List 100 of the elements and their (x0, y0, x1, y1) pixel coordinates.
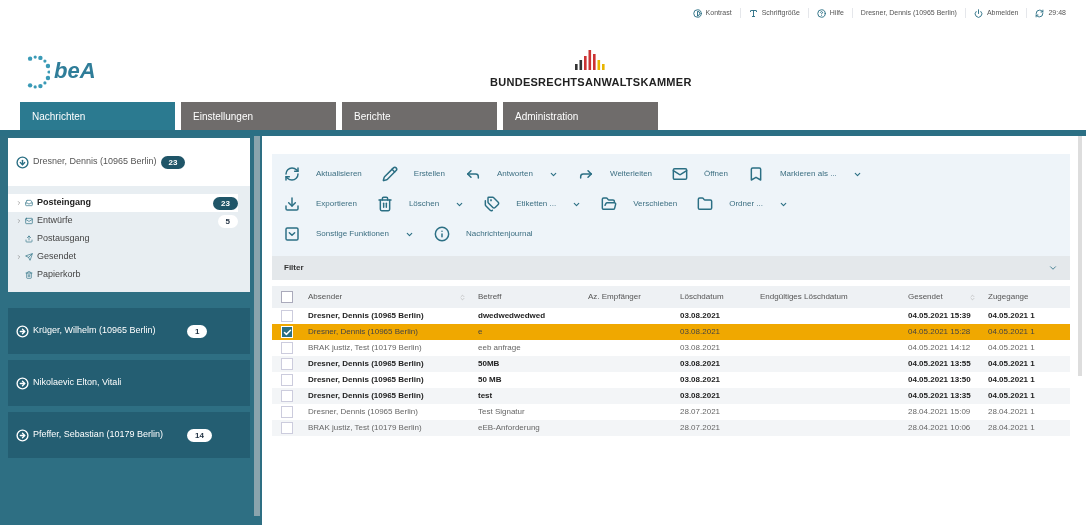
toolbar-button[interactable]: Öffnen (672, 164, 728, 184)
toolbar-button[interactable]: Löschen (376, 194, 465, 214)
toolbar-button[interactable]: Weiterleiten (577, 164, 653, 184)
expand-icon (16, 324, 29, 338)
table-cell: 04.05.2021 14:12 (908, 343, 971, 352)
refresh-icon (1035, 8, 1045, 18)
contrast-icon (692, 8, 702, 18)
chevron-down-icon (1048, 263, 1058, 273)
message-row[interactable]: BRAK justiz, Test (10179 Berlin) eEB-Anforderung 28.07.2021 28.04.2021 10:06 28.04.2021 1 (272, 420, 1070, 436)
account-name: Pfeffer, Sebastian (10179 Berlin) (33, 428, 164, 442)
toolbar-button[interactable]: Etiketten ... (484, 194, 582, 214)
table-cell: 04.05.2021 1 (988, 359, 1035, 368)
pencil-icon (381, 166, 398, 182)
table-cell: 50MB (478, 359, 500, 368)
table-cell: 03.08.2021 (680, 343, 721, 352)
table-cell: 03.08.2021 (680, 391, 721, 400)
toolbar-button[interactable]: Nachrichtenjournal (433, 224, 533, 244)
upload-icon (25, 235, 33, 243)
brand-bars-icon (574, 47, 607, 70)
table-cell: Test Signatur (478, 407, 525, 416)
row-checkbox[interactable] (281, 390, 293, 402)
count-badge: 1 (187, 324, 208, 338)
filter-bar[interactable]: Filter (272, 256, 1070, 280)
account-name: Nikolaevic Elton, Vitali (33, 376, 123, 390)
table-cell: e (478, 327, 483, 336)
toolbar-button[interactable]: Ordner ... (697, 194, 789, 214)
message-row[interactable]: Dresner, Dennis (10965 Berlin) test 03.08.2021 04.05.2021 13:35 04.05.2021 1 (272, 388, 1070, 404)
tags-icon (484, 196, 501, 212)
folder-item[interactable]: Postausgang (8, 230, 238, 248)
brand-name: BUNDESRECHTSANWALTSKAMMER (490, 74, 692, 90)
toolbar-button[interactable]: Verschieben (601, 194, 678, 214)
table-cell: 28.04.2021 1 (988, 423, 1035, 432)
toolbar-button[interactable]: Erstellen (381, 164, 445, 184)
table-cell: BRAK justiz, Test (10179 Berlin) (308, 423, 422, 432)
table-cell: 04.05.2021 15:28 (908, 327, 971, 336)
table-cell: 04.05.2021 1 (988, 343, 1035, 352)
account-row[interactable]: Nikolaevic Elton, Vitali (8, 360, 250, 406)
folder-label: Papierkorb (37, 268, 82, 282)
nav-tab[interactable]: Einstellungen (181, 102, 336, 130)
table-cell: 04.05.2021 13:50 (908, 375, 971, 384)
column-header[interactable]: Betreff (472, 291, 582, 303)
message-row[interactable]: Dresner, Dennis (10965 Berlin) 50MB 03.08.2021 04.05.2021 13:55 04.05.2021 1 (272, 356, 1070, 372)
row-checkbox[interactable] (281, 358, 293, 370)
account-row[interactable]: Pfeffer, Sebastian (10179 Berlin) 14 (8, 412, 250, 458)
row-checkbox[interactable] (281, 310, 293, 322)
power-icon (973, 8, 983, 18)
row-checkbox[interactable] (281, 374, 293, 386)
folder-item[interactable]: Papierkorb (8, 266, 238, 284)
folder-label: Entwürfe (37, 214, 74, 228)
help-icon (816, 8, 826, 18)
folder-item[interactable]: Gesendet (8, 248, 238, 266)
table-cell: 04.05.2021 15:39 (908, 311, 971, 320)
table-cell: dwedwedwedwed (478, 311, 546, 320)
envelope-icon (25, 217, 33, 225)
toolbar-button[interactable]: Antworten (464, 164, 558, 184)
dropdown-square-icon (284, 226, 300, 242)
column-header[interactable]: Gesendet (902, 291, 982, 303)
column-header[interactable]: Endgültiges Löschdatum (754, 291, 902, 303)
column-header[interactable]: Zugegange (982, 291, 1070, 303)
count-badge: 23 (160, 155, 186, 169)
row-checkbox[interactable] (281, 342, 293, 354)
table-cell: 03.08.2021 (680, 327, 721, 336)
font-size-icon (748, 8, 758, 18)
nav-tab[interactable]: Nachrichten (20, 102, 175, 130)
toolbar-button[interactable]: Aktualisieren (284, 164, 362, 184)
table-cell: 03.08.2021 (680, 375, 721, 384)
table-cell: 28.04.2021 1 (988, 407, 1035, 416)
column-header[interactable]: Absender (302, 291, 472, 303)
account-row[interactable]: Krüger, Wilhelm (10965 Berlin) 1 (8, 308, 250, 354)
toolbar-button[interactable]: Sonstige Funktionen (284, 224, 414, 244)
table-cell: Dresner, Dennis (10965 Berlin) (308, 311, 424, 320)
folder-label: Posteingang (37, 196, 92, 210)
column-header[interactable]: Löschdatum (674, 291, 754, 303)
column-header[interactable]: Az. Empfänger (582, 291, 674, 303)
toolbar-button[interactable]: Exportieren (284, 194, 357, 214)
table-cell: eEB-Anforderung (478, 423, 540, 432)
toolbar-button[interactable]: Markieren als ... (747, 164, 862, 184)
table-cell: Dresner, Dennis (10965 Berlin) (308, 359, 424, 368)
message-row[interactable]: Dresner, Dennis (10965 Berlin) e 03.08.2021 04.05.2021 15:28 04.05.2021 1 (272, 324, 1070, 340)
table-cell: eeb anfrage (478, 343, 521, 352)
table-cell: Dresner, Dennis (10965 Berlin) (308, 391, 424, 400)
table-cell: 04.05.2021 1 (988, 391, 1035, 400)
filter-label: Filter (284, 262, 304, 274)
refresh-icon (284, 166, 300, 182)
select-all-checkbox[interactable] (281, 291, 293, 303)
trash-icon (376, 196, 393, 212)
row-checkbox[interactable] (281, 422, 293, 434)
folder-open-icon (601, 196, 618, 212)
folder-item[interactable]: Entwürfe 5 (8, 212, 238, 230)
count-badge: 14 (187, 428, 212, 442)
expand-icon (16, 376, 29, 390)
row-checkbox[interactable] (281, 406, 293, 418)
expand-icon (16, 428, 29, 442)
nav-tab[interactable]: Berichte (342, 102, 497, 130)
nav-tab[interactable]: Administration (503, 102, 658, 130)
count-badge: 23 (213, 196, 238, 210)
folder-item[interactable]: Posteingang 23 (8, 194, 238, 212)
table-cell: 28.04.2021 15:09 (908, 407, 971, 416)
info-icon (433, 226, 450, 242)
table-cell: 04.05.2021 13:55 (908, 359, 971, 368)
